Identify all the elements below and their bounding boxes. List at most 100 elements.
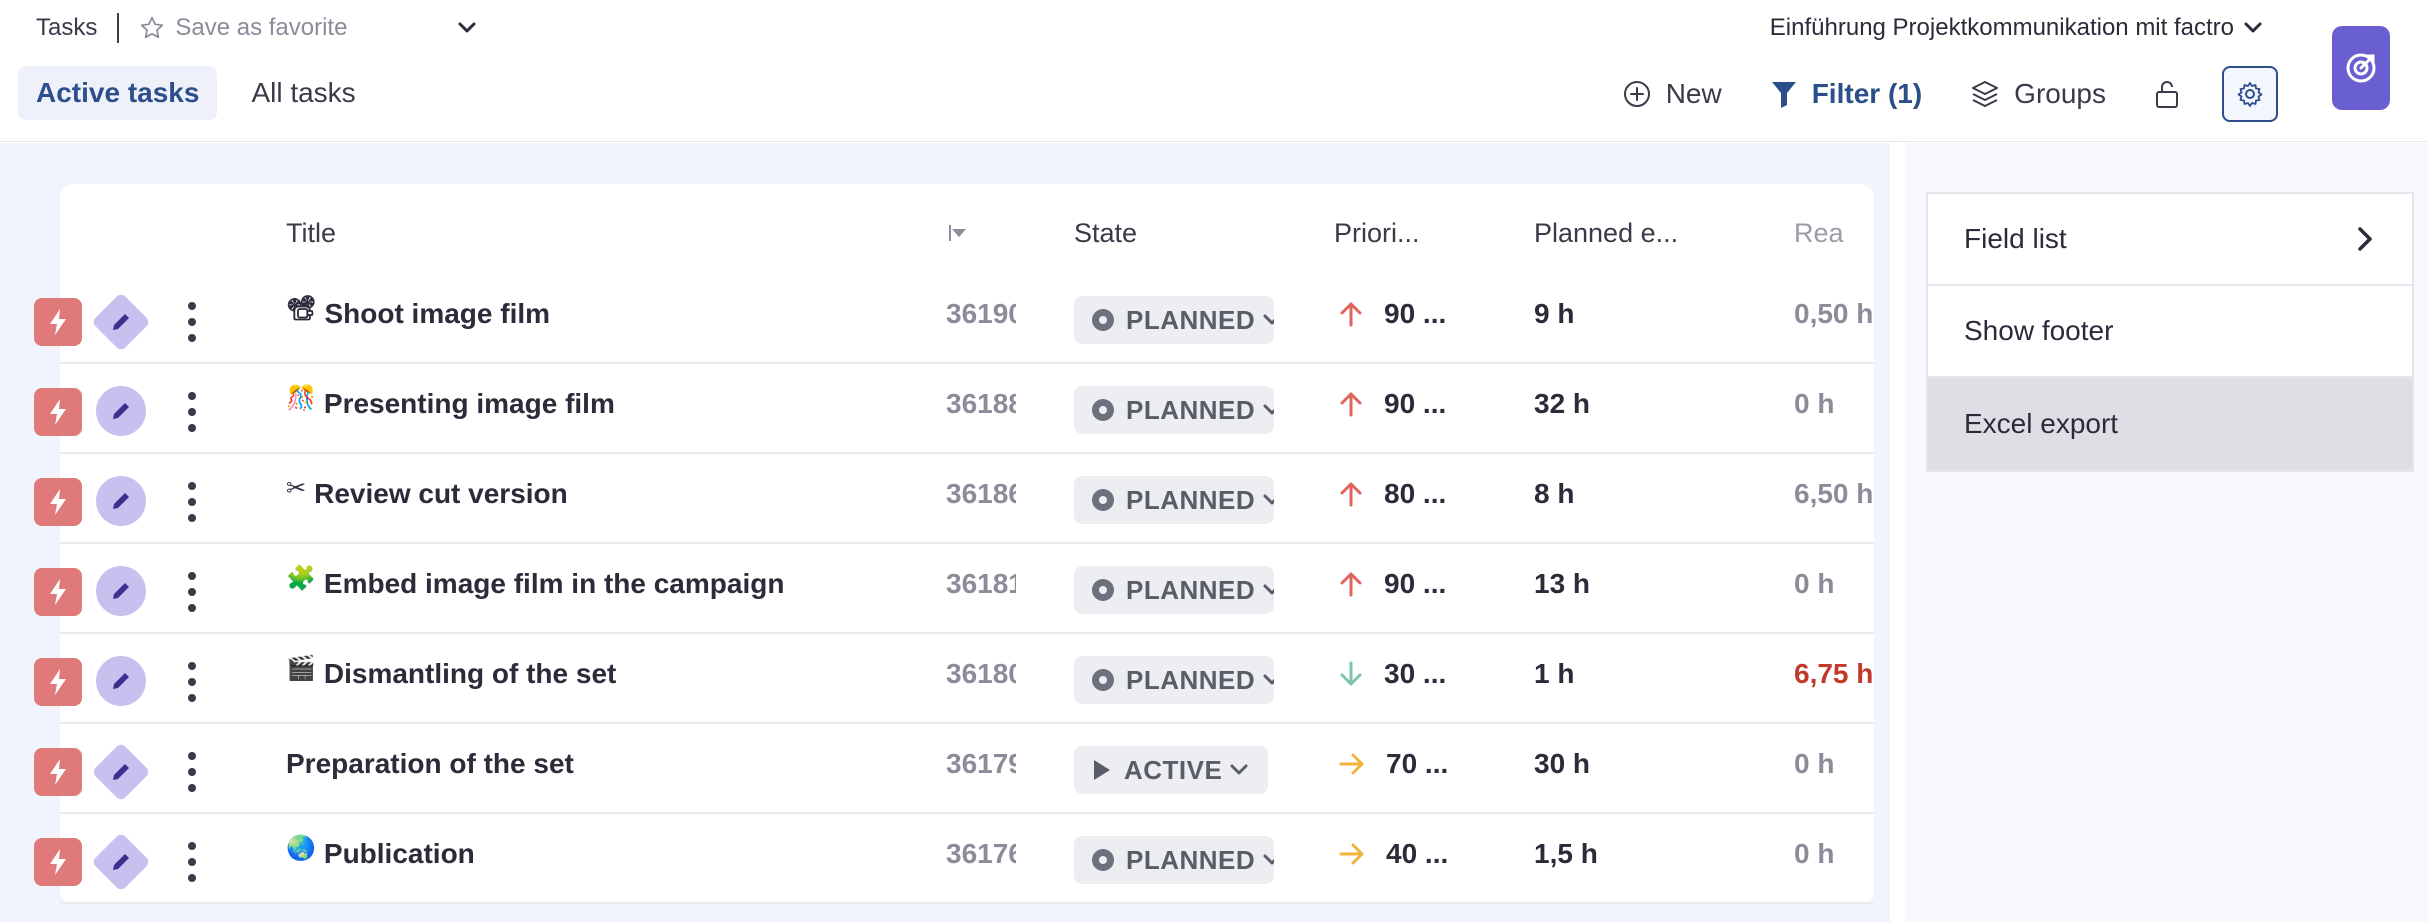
more-options-icon[interactable] bbox=[186, 392, 198, 432]
task-id: 36186 bbox=[946, 478, 1016, 509]
filter-button[interactable]: Filter (1) bbox=[1770, 78, 1922, 110]
task-title-text: Shoot image film bbox=[324, 298, 551, 329]
pencil-icon bbox=[113, 854, 129, 870]
edit-button[interactable] bbox=[91, 292, 151, 352]
edit-button[interactable] bbox=[96, 386, 146, 436]
menu-item-show-footer[interactable]: Show footer bbox=[1928, 286, 2412, 378]
planned-effort: 32 h bbox=[1534, 388, 1591, 419]
more-options-icon[interactable] bbox=[186, 752, 198, 792]
app-launcher-button[interactable] bbox=[2332, 26, 2390, 110]
more-options-icon[interactable] bbox=[186, 302, 198, 342]
breadcrumb-divider bbox=[117, 13, 120, 43]
breadcrumb-tasks[interactable]: Tasks bbox=[36, 14, 97, 42]
task-title[interactable]: Preparation of the set bbox=[286, 748, 574, 780]
priority-value: 40 ... bbox=[1386, 838, 1449, 869]
task-title[interactable]: 🎬 Dismantling of the set bbox=[286, 654, 616, 690]
row-divider bbox=[60, 902, 1874, 904]
state-dropdown[interactable]: PLANNED bbox=[1074, 296, 1274, 344]
groups-button[interactable]: Groups bbox=[1970, 78, 2106, 110]
task-emoji-icon: 🎊 bbox=[286, 384, 316, 412]
menu-item-label: Show footer bbox=[1964, 315, 2114, 346]
state-dropdown[interactable]: ACTIVE bbox=[1074, 746, 1268, 794]
quick-action-button[interactable] bbox=[34, 838, 82, 886]
task-emoji-icon: 🧩 bbox=[286, 564, 316, 592]
column-real-effort[interactable]: Rea bbox=[1794, 218, 1844, 249]
target-icon bbox=[2346, 53, 2376, 83]
lock-button[interactable] bbox=[2154, 79, 2194, 109]
settings-button[interactable] bbox=[2222, 66, 2278, 122]
real-effort: 0 h bbox=[1794, 388, 1835, 419]
priority-cell: 90 ... bbox=[1338, 388, 1446, 420]
table-row[interactable]: ✂Review cut version 36186 PLANNED 80 ...… bbox=[0, 454, 1880, 544]
edit-button[interactable] bbox=[96, 566, 146, 616]
task-title[interactable]: 🌏 Publication bbox=[286, 834, 475, 870]
more-options-icon[interactable] bbox=[186, 572, 198, 612]
quick-action-button[interactable] bbox=[34, 748, 82, 796]
chevron-down-icon bbox=[1263, 404, 1274, 415]
state-label: PLANNED bbox=[1126, 844, 1256, 875]
task-emoji-icon: ✂ bbox=[286, 474, 307, 502]
table-row[interactable]: 🎊Presenting image film 36188 PLANNED 90 … bbox=[0, 364, 1880, 454]
task-emoji-icon: 📽 bbox=[286, 294, 317, 322]
state-dropdown[interactable]: PLANNED bbox=[1074, 836, 1274, 884]
table-row[interactable]: 📽Shoot image film 36190 PLANNED 90 ... 9… bbox=[0, 274, 1880, 364]
lightning-icon bbox=[50, 399, 66, 425]
task-id: 36180 bbox=[946, 658, 1016, 689]
tab-all-tasks[interactable]: All tasks bbox=[233, 66, 373, 120]
table-row[interactable]: 🌏Publication 36176 PLANNED 40 ... 1,5 h … bbox=[0, 814, 1880, 904]
header: Tasks Save as favorite Einführung Projek… bbox=[0, 0, 2428, 142]
quick-action-button[interactable] bbox=[34, 568, 82, 616]
menu-item-field-list[interactable]: Field list bbox=[1928, 194, 2412, 286]
favorites-dropdown[interactable] bbox=[457, 21, 477, 35]
state-dropdown[interactable]: PLANNED bbox=[1074, 476, 1274, 524]
more-options-icon[interactable] bbox=[186, 482, 198, 522]
table-row[interactable]: Preparation of the set 36179 ACTIVE 70 .… bbox=[0, 724, 1880, 814]
planned-status-icon bbox=[1092, 399, 1114, 421]
column-planned-effort[interactable]: Planned e... bbox=[1534, 218, 1678, 249]
save-favorite-button[interactable]: Save as favorite bbox=[139, 14, 347, 42]
priority-cell: 80 ... bbox=[1338, 478, 1446, 510]
state-dropdown[interactable]: PLANNED bbox=[1074, 566, 1274, 614]
lightning-icon bbox=[50, 309, 66, 335]
lightning-icon bbox=[50, 759, 66, 785]
state-dropdown[interactable]: PLANNED bbox=[1074, 656, 1274, 704]
project-selector[interactable]: Einführung Projektkommunikation mit fact… bbox=[1770, 12, 2262, 44]
filter-icon bbox=[1771, 82, 1796, 108]
new-button[interactable]: New bbox=[1622, 78, 1722, 110]
unlock-icon bbox=[2156, 81, 2178, 108]
priority-cell: 40 ... bbox=[1338, 838, 1448, 870]
task-title-text: Embed image film in the campaign bbox=[323, 568, 785, 599]
column-title[interactable]: Title bbox=[286, 218, 336, 249]
panel-divider[interactable] bbox=[1890, 143, 1906, 922]
chevron-down-icon bbox=[1263, 584, 1274, 595]
groups-label: Groups bbox=[2014, 78, 2106, 109]
edit-button[interactable] bbox=[96, 656, 146, 706]
table-row[interactable]: 🎬Dismantling of the set 36180 PLANNED 30… bbox=[0, 634, 1880, 724]
quick-action-button[interactable] bbox=[34, 478, 82, 526]
quick-action-button[interactable] bbox=[34, 388, 82, 436]
more-options-icon[interactable] bbox=[186, 842, 198, 882]
edit-button[interactable] bbox=[91, 742, 151, 802]
more-options-icon[interactable] bbox=[186, 662, 198, 702]
chevron-right-icon bbox=[2358, 227, 2372, 251]
sort-icon[interactable] bbox=[948, 224, 968, 242]
column-priority[interactable]: Priori... bbox=[1334, 218, 1420, 249]
state-dropdown[interactable]: PLANNED bbox=[1074, 386, 1274, 434]
tab-active-tasks[interactable]: Active tasks bbox=[18, 66, 218, 120]
edit-button[interactable] bbox=[96, 476, 146, 526]
task-title[interactable]: ✂ Review cut version bbox=[286, 474, 568, 510]
task-emoji-icon: 🌏 bbox=[286, 834, 316, 862]
pencil-icon bbox=[113, 314, 129, 330]
quick-action-button[interactable] bbox=[34, 298, 82, 346]
planned-effort: 1 h bbox=[1534, 658, 1575, 689]
arrow-right-icon bbox=[1339, 753, 1364, 775]
task-title[interactable]: 📽 Shoot image film bbox=[286, 294, 551, 330]
task-title[interactable]: 🧩 Embed image film in the campaign bbox=[286, 564, 785, 600]
menu-item-excel-export[interactable]: Excel export bbox=[1928, 378, 2412, 470]
quick-action-button[interactable] bbox=[34, 658, 82, 706]
task-title[interactable]: 🎊 Presenting image film bbox=[286, 384, 615, 420]
edit-button[interactable] bbox=[91, 832, 151, 892]
column-state[interactable]: State bbox=[1074, 218, 1137, 249]
project-name: Einführung Projektkommunikation mit fact… bbox=[1769, 14, 2234, 41]
table-row[interactable]: 🧩Embed image film in the campaign 36181 … bbox=[0, 544, 1880, 634]
